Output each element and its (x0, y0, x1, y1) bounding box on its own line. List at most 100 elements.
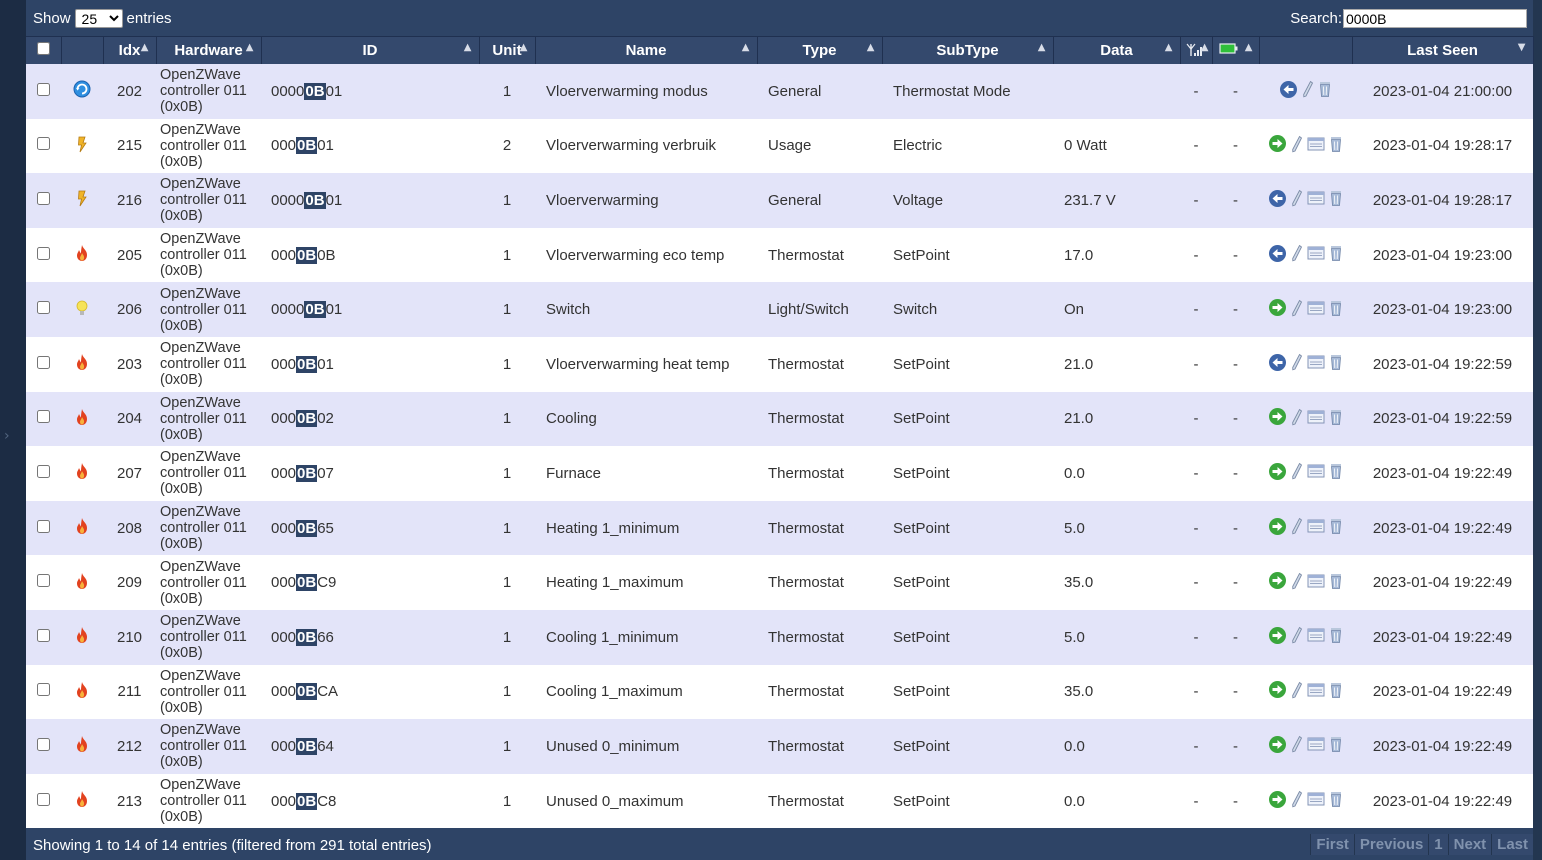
hardware-header[interactable]: Hardware ▲ (156, 36, 262, 64)
page-1-button[interactable]: 1 (1428, 834, 1448, 855)
forward-arrow-icon[interactable] (1268, 517, 1287, 540)
forward-arrow-icon[interactable] (1268, 407, 1287, 430)
row-checkbox[interactable] (37, 737, 50, 751)
trash-icon[interactable] (1329, 626, 1343, 648)
edit-pencil-icon[interactable] (1302, 80, 1314, 102)
trash-icon[interactable] (1329, 189, 1343, 211)
lightbulb-icon[interactable] (75, 299, 89, 321)
forward-arrow-icon[interactable] (1268, 680, 1287, 703)
back-arrow-icon[interactable] (1268, 189, 1287, 212)
row-checkbox[interactable] (37, 574, 50, 588)
edit-pencil-icon[interactable] (1291, 626, 1303, 648)
edit-pencil-icon[interactable] (1291, 517, 1303, 539)
trash-icon[interactable] (1329, 517, 1343, 539)
edit-pencil-icon[interactable] (1291, 189, 1303, 211)
row-checkbox[interactable] (37, 410, 50, 424)
log-window-icon[interactable] (1307, 300, 1325, 320)
table-row[interactable]: 208 OpenZWave controller 011 (0x0B) 0000B65 1… (26, 500, 1533, 556)
select-all-checkbox[interactable] (36, 42, 50, 55)
table-row[interactable]: 211 OpenZWave controller 011 (0x0B) 0000BCA 1… (26, 664, 1533, 720)
row-checkbox[interactable] (37, 191, 50, 205)
last-seen-header[interactable]: Last Seen ▼ (1352, 36, 1534, 64)
table-row[interactable]: 215 OpenZWave controller 011 (0x0B) 0000B01 2… (26, 118, 1533, 174)
trash-icon[interactable] (1329, 299, 1343, 321)
flame-icon[interactable] (74, 681, 90, 703)
log-window-icon[interactable] (1307, 518, 1325, 538)
table-row[interactable]: 202 OpenZWave controller 011 (0x0B) 00000B01… (26, 64, 1533, 119)
trash-icon[interactable] (1329, 244, 1343, 266)
flame-icon[interactable] (74, 517, 90, 539)
id-header[interactable]: ID ▲ (261, 36, 480, 64)
row-checkbox[interactable] (37, 355, 50, 369)
table-row[interactable]: 203 OpenZWave controller 011 (0x0B) 0000B01 1… (26, 336, 1533, 392)
flame-icon[interactable] (74, 462, 90, 484)
battery-header[interactable]: ▲ (1212, 36, 1260, 64)
edit-pencil-icon[interactable] (1291, 244, 1303, 266)
edit-pencil-icon[interactable] (1291, 790, 1303, 812)
trash-icon[interactable] (1318, 80, 1332, 102)
log-window-icon[interactable] (1307, 791, 1325, 811)
trash-icon[interactable] (1329, 681, 1343, 703)
table-row[interactable]: 212 OpenZWave controller 011 (0x0B) 0000B64 1… (26, 719, 1533, 774)
data-header[interactable]: Data ▲ (1053, 36, 1181, 64)
log-window-icon[interactable] (1307, 245, 1325, 265)
signal-header[interactable]: ▲ (1180, 36, 1213, 64)
flame-icon[interactable] (74, 572, 90, 594)
row-checkbox[interactable] (37, 519, 50, 533)
chevron-right-icon[interactable]: › (4, 428, 10, 444)
previous-page-button[interactable]: Previous (1353, 834, 1429, 855)
edit-pencil-icon[interactable] (1291, 572, 1303, 594)
table-row[interactable]: 210 OpenZWave controller 011 (0x0B) 0000B66 1… (26, 609, 1533, 665)
flame-icon[interactable] (74, 626, 90, 648)
flame-icon[interactable] (74, 790, 90, 812)
forward-arrow-icon[interactable] (1268, 462, 1287, 485)
edit-pencil-icon[interactable] (1291, 408, 1303, 430)
trash-icon[interactable] (1329, 353, 1343, 375)
first-page-button[interactable]: First (1310, 834, 1354, 855)
log-window-icon[interactable] (1307, 736, 1325, 756)
lightning-icon[interactable] (75, 189, 89, 211)
back-arrow-icon[interactable] (1268, 353, 1287, 376)
subtype-header[interactable]: SubType ▲ (882, 36, 1054, 64)
row-checkbox[interactable] (37, 301, 50, 315)
flame-icon[interactable] (74, 353, 90, 375)
edit-pencil-icon[interactable] (1291, 681, 1303, 703)
log-window-icon[interactable] (1307, 463, 1325, 483)
row-checkbox[interactable] (37, 464, 50, 478)
row-checkbox[interactable] (37, 246, 50, 260)
forward-arrow-icon[interactable] (1268, 735, 1287, 758)
log-window-icon[interactable] (1307, 627, 1325, 647)
log-window-icon[interactable] (1307, 409, 1325, 429)
last-page-button[interactable]: Last (1491, 834, 1533, 855)
name-header[interactable]: Name ▲ (535, 36, 758, 64)
search-input[interactable] (1343, 9, 1527, 28)
flame-icon[interactable] (74, 244, 90, 266)
back-arrow-icon[interactable] (1268, 244, 1287, 267)
edit-pencil-icon[interactable] (1291, 135, 1303, 157)
thermostat-mode-icon[interactable] (72, 79, 92, 103)
row-checkbox[interactable] (37, 628, 50, 642)
forward-arrow-icon[interactable] (1268, 134, 1287, 157)
log-window-icon[interactable] (1307, 190, 1325, 210)
row-checkbox[interactable] (37, 137, 50, 151)
next-page-button[interactable]: Next (1447, 834, 1492, 855)
table-row[interactable]: 207 OpenZWave controller 011 (0x0B) 0000B07 1… (26, 446, 1533, 501)
table-row[interactable]: 205 OpenZWave controller 011 (0x0B) 0000B0B 1… (26, 227, 1533, 283)
table-row[interactable]: 209 OpenZWave controller 011 (0x0B) 0000BC9 1… (26, 555, 1533, 610)
trash-icon[interactable] (1329, 790, 1343, 812)
forward-arrow-icon[interactable] (1268, 298, 1287, 321)
lightning-icon[interactable] (75, 135, 89, 157)
trash-icon[interactable] (1329, 572, 1343, 594)
table-row[interactable]: 216 OpenZWave controller 011 (0x0B) 00000B01… (26, 173, 1533, 228)
left-collapse-strip[interactable]: › (0, 0, 26, 860)
edit-pencil-icon[interactable] (1291, 299, 1303, 321)
row-checkbox[interactable] (37, 792, 50, 806)
forward-arrow-icon[interactable] (1268, 790, 1287, 813)
trash-icon[interactable] (1329, 408, 1343, 430)
row-checkbox[interactable] (37, 683, 50, 697)
page-size-select[interactable]: 25 (74, 9, 123, 28)
flame-icon[interactable] (74, 408, 90, 430)
log-window-icon[interactable] (1307, 573, 1325, 593)
trash-icon[interactable] (1329, 462, 1343, 484)
edit-pencil-icon[interactable] (1291, 353, 1303, 375)
